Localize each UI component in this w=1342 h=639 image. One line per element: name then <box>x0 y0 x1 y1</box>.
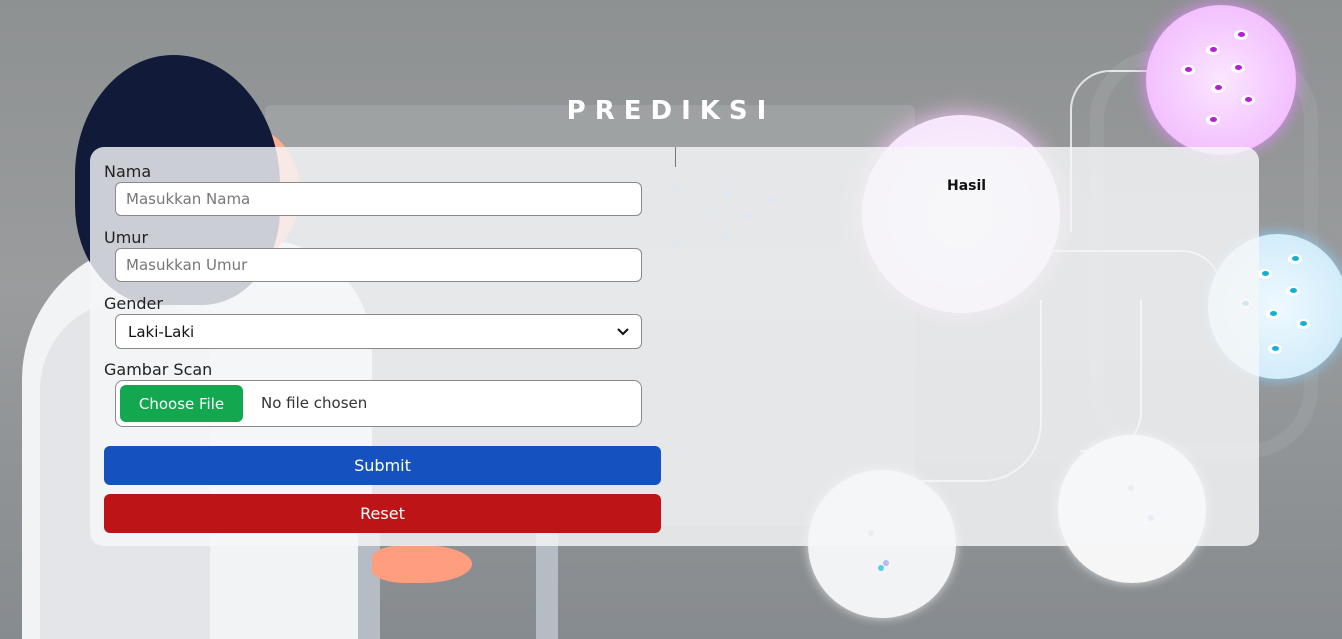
file-status-text: No file chosen <box>261 394 368 412</box>
chevron-down-icon <box>617 327 629 335</box>
doctor-hand <box>372 545 472 583</box>
choose-file-button[interactable]: Choose File <box>120 385 243 422</box>
name-input[interactable] <box>115 182 642 216</box>
gender-label: Gender <box>104 294 163 313</box>
age-input[interactable] <box>115 248 642 282</box>
card-divider <box>675 147 676 167</box>
gender-selected-value: Laki-Laki <box>128 322 195 341</box>
name-label: Nama <box>104 162 152 181</box>
image-label: Gambar Scan <box>104 360 213 379</box>
cell-circle-purple <box>1146 5 1296 155</box>
age-label: Umur <box>104 228 149 247</box>
page-title: PREDIKSI <box>566 96 776 126</box>
submit-button[interactable]: Submit <box>104 446 661 485</box>
file-input[interactable]: Choose File No file chosen <box>115 380 642 427</box>
gender-select[interactable]: Laki-Laki <box>115 314 642 349</box>
reset-button[interactable]: Reset <box>104 494 661 533</box>
prediction-card: Nama Umur Gender Laki-Laki Gambar Scan C… <box>90 147 1259 546</box>
result-label: Hasil <box>947 178 987 194</box>
